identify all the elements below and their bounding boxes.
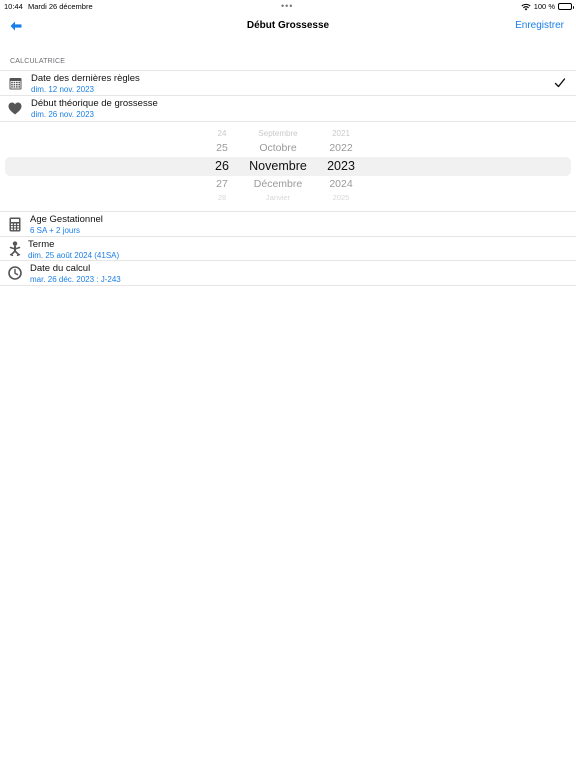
gestational-age-row: Age Gestationnel 6 SA + 2 jours (0, 211, 576, 236)
term-label: Terme (28, 239, 55, 250)
arrow-left-icon (10, 21, 22, 31)
navigation-bar: Début Grossesse Enregistrer (0, 14, 576, 38)
picker-year-option[interactable]: 2025 (316, 193, 366, 202)
date-picker[interactable]: 24 25 26 27 28 Septembre Octobre Novembr… (0, 121, 576, 211)
calculator-icon (8, 217, 22, 231)
picker-month-option[interactable]: Septembre (238, 129, 318, 138)
checkmark-icon (554, 78, 566, 88)
wifi-icon (521, 3, 531, 10)
save-button[interactable]: Enregistrer (515, 20, 564, 31)
battery-icon (558, 3, 574, 10)
calculation-date-label: Date du calcul (30, 263, 91, 274)
status-time: 10:44 (4, 2, 23, 11)
last-period-row[interactable]: Date des dernières règles dim. 12 nov. 2… (0, 70, 576, 95)
battery-percent: 100 % (533, 2, 555, 11)
term-row: Terme dim. 25 août 2024 (41SA) (0, 236, 576, 261)
page-title: Début Grossesse (246, 20, 330, 31)
status-indicators: 100 % (521, 2, 574, 11)
calendar-icon (8, 76, 22, 90)
clock-icon (8, 266, 22, 280)
pregnancy-start-label: Début théorique de grossesse (31, 98, 158, 109)
term-value: dim. 25 août 2024 (41SA) (28, 250, 120, 260)
status-date: Mardi 26 décembre (28, 2, 93, 11)
status-bar: 10:44 Mardi 26 décembre ••• 100 % (0, 0, 576, 14)
gestational-age-value: 6 SA + 2 jours (30, 225, 81, 235)
picker-month-option[interactable]: Octobre (238, 142, 318, 154)
picker-day-option[interactable]: 25 (202, 142, 242, 154)
gestational-age-label: Age Gestationnel (30, 214, 103, 225)
list-bottom-separator (0, 285, 576, 286)
last-period-label: Date des dernières règles (31, 73, 140, 84)
picker-year-option[interactable]: 2021 (316, 129, 366, 138)
last-period-value: dim. 12 nov. 2023 (31, 84, 95, 94)
picker-month-option[interactable]: Décembre (238, 178, 318, 190)
picker-day-option[interactable]: 27 (202, 178, 242, 190)
picker-year-option[interactable]: 2022 (316, 142, 366, 154)
pregnancy-start-value: dim. 26 nov. 2023 (31, 109, 95, 119)
heart-icon (8, 101, 22, 115)
back-button[interactable] (8, 18, 24, 34)
calculation-date-value: mar. 26 déc. 2023 : J-243 (30, 274, 121, 284)
picker-month-selected[interactable]: Novembre (238, 159, 318, 173)
section-header: CALCULATRICE (10, 58, 66, 65)
baby-icon (8, 241, 22, 257)
pregnancy-start-row[interactable]: Début théorique de grossesse dim. 26 nov… (0, 95, 576, 120)
picker-day-selected[interactable]: 26 (202, 159, 242, 173)
picker-year-selected[interactable]: 2023 (316, 159, 366, 173)
picker-day-option[interactable]: 24 (202, 129, 242, 138)
picker-month-option[interactable]: Janvier (238, 193, 318, 202)
calculation-date-row[interactable]: Date du calcul mar. 26 déc. 2023 : J-243 (0, 260, 576, 285)
picker-year-option[interactable]: 2024 (316, 178, 366, 190)
multitasking-dots-icon[interactable]: ••• (281, 1, 293, 11)
picker-day-option[interactable]: 28 (202, 193, 242, 202)
